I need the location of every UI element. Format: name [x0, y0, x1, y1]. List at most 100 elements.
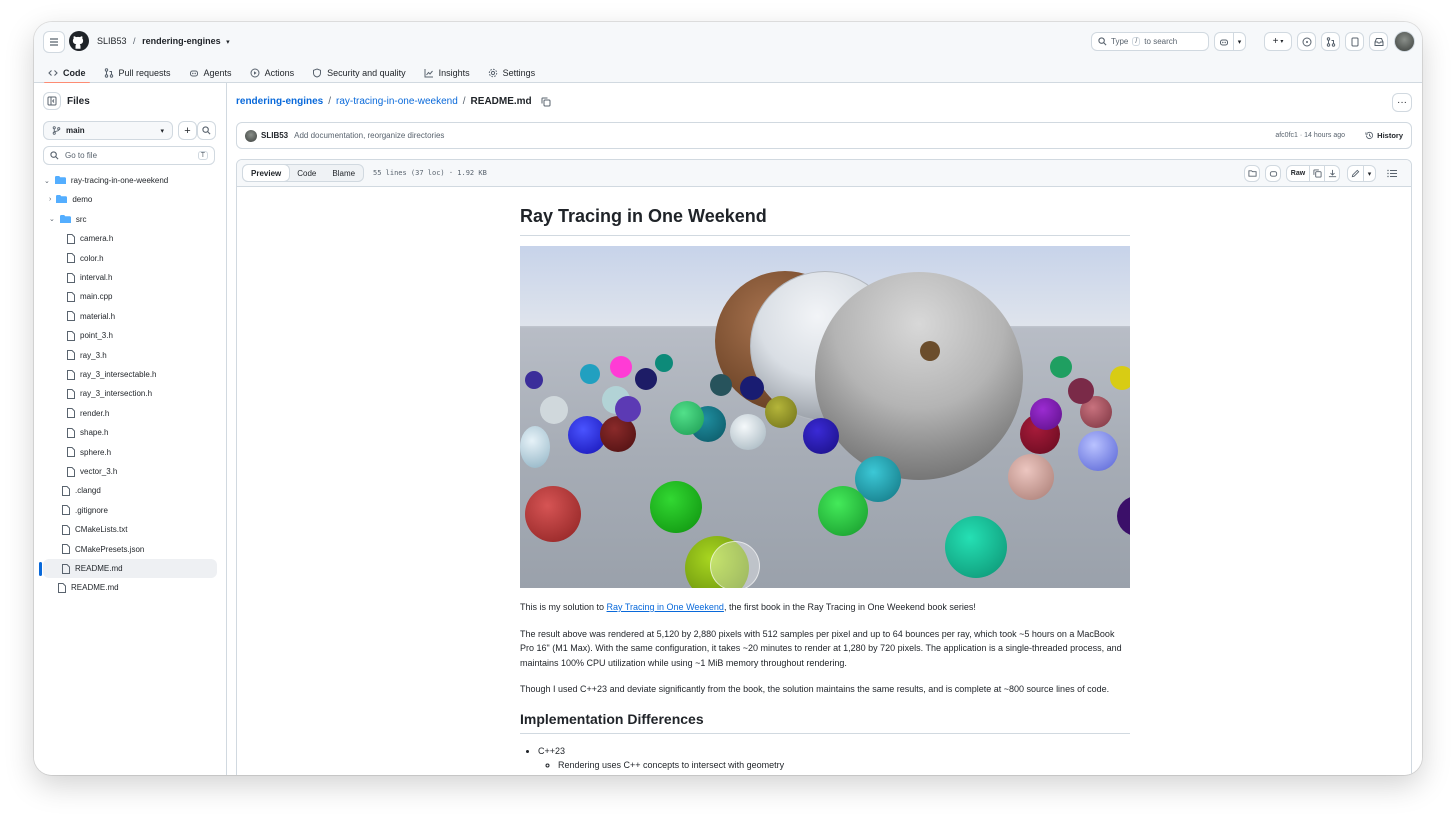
tab-agents[interactable]: Agents	[189, 62, 232, 83]
small-sphere	[818, 486, 868, 536]
avatar[interactable]	[245, 129, 257, 142]
tree-item[interactable]: vector_3.h	[67, 462, 117, 481]
tree-item[interactable]: interval.h	[67, 268, 112, 287]
tree-item[interactable]: camera.h	[67, 229, 113, 248]
inbox-button[interactable]	[1369, 32, 1388, 51]
file-header: Preview Code Blame 55 lines (37 loc) · 1…	[237, 160, 1411, 187]
search-files-button[interactable]	[197, 121, 216, 140]
p1-text-after: , the first book in the Ray Tracing in O…	[723, 602, 976, 612]
owner-link[interactable]: SLIB53	[97, 36, 127, 46]
tree-item-label: shape.h	[80, 428, 109, 438]
tree-item[interactable]: ray_3_intersection.h	[67, 384, 152, 403]
more-options-button[interactable]: ···	[1392, 93, 1412, 112]
copy-icon[interactable]	[541, 97, 551, 107]
branch-selector[interactable]: main ▾	[43, 121, 173, 140]
tree-item-selected[interactable]: README.md	[43, 559, 217, 578]
commit-author[interactable]: SLIB53	[261, 131, 288, 140]
add-file-button[interactable]: +	[178, 121, 197, 140]
tab-blame[interactable]: Blame	[324, 165, 363, 181]
tab-actions[interactable]: Actions	[250, 62, 294, 83]
tree-item-label: src	[75, 214, 87, 224]
tree-item[interactable]: README.md	[58, 578, 119, 597]
tab-pull-requests[interactable]: Pull requests	[104, 62, 171, 83]
chevron-down-icon[interactable]: ▾	[226, 39, 230, 46]
menu-button[interactable]	[43, 31, 65, 53]
tree-item[interactable]: material.h	[67, 307, 115, 326]
tree-item[interactable]: main.cpp	[67, 287, 112, 306]
tree-item[interactable]: point_3.h	[67, 326, 113, 345]
pull-request-icon	[104, 67, 113, 78]
create-new-button[interactable]: + ▾	[1264, 32, 1292, 51]
tree-item-label: .clangd	[75, 486, 101, 496]
copilot-menu-button[interactable]: ▾	[1233, 32, 1246, 51]
avatar[interactable]	[1394, 31, 1415, 52]
tree-item[interactable]: CMakeLists.txt	[62, 520, 127, 539]
commit-message[interactable]: Add documentation, reorganize directorie…	[294, 131, 444, 140]
download-button[interactable]	[1324, 165, 1340, 182]
repo-link[interactable]: rendering-engines	[142, 36, 221, 46]
pencil-icon	[1351, 169, 1360, 178]
tab-settings[interactable]: Settings	[488, 62, 535, 83]
collapse-sidebar-button[interactable]	[43, 92, 61, 110]
tab-preview[interactable]: Preview	[242, 164, 291, 182]
pull-requests-button[interactable]	[1321, 32, 1340, 51]
tree-item[interactable]: render.h	[67, 404, 109, 423]
tree-item[interactable]: ray_3_intersectable.h	[67, 365, 157, 384]
file-icon	[67, 408, 75, 419]
file-icon	[67, 272, 75, 283]
copilot-button[interactable]	[1214, 32, 1234, 51]
breadcrumb-folder[interactable]: ray-tracing-in-one-weekend	[336, 96, 458, 107]
tree-item[interactable]: sphere.h	[67, 443, 111, 462]
file-icon	[67, 466, 75, 477]
file-tree-sidebar: Files main ▾ + Go to file T ⌄ ray-tracin…	[34, 83, 227, 775]
tree-item[interactable]: color.h	[67, 249, 104, 268]
graph-icon	[424, 68, 433, 77]
edit-menu-button[interactable]: ▾	[1363, 165, 1376, 182]
tree-item-label: ray_3.h	[80, 350, 107, 360]
breadcrumb-root[interactable]: rendering-engines	[236, 96, 323, 107]
plus-icon: +	[184, 124, 191, 137]
copy-raw-button[interactable]	[1309, 165, 1325, 182]
tree-item[interactable]: CMakePresets.json	[62, 540, 144, 559]
github-logo-icon[interactable]	[69, 31, 89, 51]
code-icon	[48, 69, 58, 76]
tab-insights[interactable]: Insights	[424, 62, 470, 83]
tree-item[interactable]: ray_3.h	[67, 346, 107, 365]
tree-item[interactable]: ⌄ ray-tracing-in-one-weekend	[44, 171, 168, 190]
open-in-folder-button[interactable]	[1244, 165, 1260, 182]
search-icon	[50, 151, 59, 160]
commit-sha-time[interactable]: afc0fc1 · 14 hours ago	[1275, 132, 1345, 139]
tree-item-label: color.h	[80, 253, 104, 263]
raw-button[interactable]: Raw	[1286, 165, 1310, 182]
breadcrumb: rendering-engines / ray-tracing-in-one-w…	[236, 96, 551, 107]
copilot-file-button[interactable]	[1265, 165, 1281, 182]
small-sphere	[615, 396, 641, 422]
tree-item[interactable]: shape.h	[67, 423, 108, 442]
tab-label: Agents	[203, 67, 232, 78]
go-to-file-placeholder: Go to file	[65, 151, 98, 160]
edit-button[interactable]	[1347, 165, 1364, 182]
tree-item[interactable]: ⌄ src	[49, 210, 87, 229]
small-sphere	[610, 356, 632, 378]
tree-item[interactable]: .clangd	[62, 481, 101, 500]
tab-security[interactable]: Security and quality	[312, 62, 406, 83]
outline-button[interactable]	[1384, 165, 1400, 182]
history-button[interactable]: History	[1365, 131, 1403, 140]
repositories-button[interactable]	[1345, 32, 1364, 51]
issues-button[interactable]	[1297, 32, 1316, 51]
tree-item-label: interval.h	[80, 273, 113, 282]
book-link[interactable]: Ray Tracing in One Weekend	[607, 602, 724, 612]
tree-item-label: ray_3_intersection.h	[80, 389, 153, 399]
small-sphere	[540, 396, 568, 424]
kebab-icon: ···	[1397, 96, 1407, 108]
tab-code-view[interactable]: Code	[289, 165, 324, 181]
repo-nav: Code Pull requests Agents Actions Securi…	[44, 62, 535, 84]
readme-paragraph-3: Though I used C++23 and deviate signific…	[520, 684, 1110, 694]
search-input[interactable]: Type / to search	[1091, 32, 1209, 51]
go-to-file-input[interactable]: Go to file T	[43, 146, 215, 165]
tree-item[interactable]: .gitignore	[62, 501, 108, 520]
tree-item[interactable]: › demo	[49, 190, 92, 209]
tab-code[interactable]: Code	[44, 62, 89, 84]
chevron-down-icon: ▾	[160, 127, 164, 135]
hamburger-icon	[50, 38, 58, 46]
